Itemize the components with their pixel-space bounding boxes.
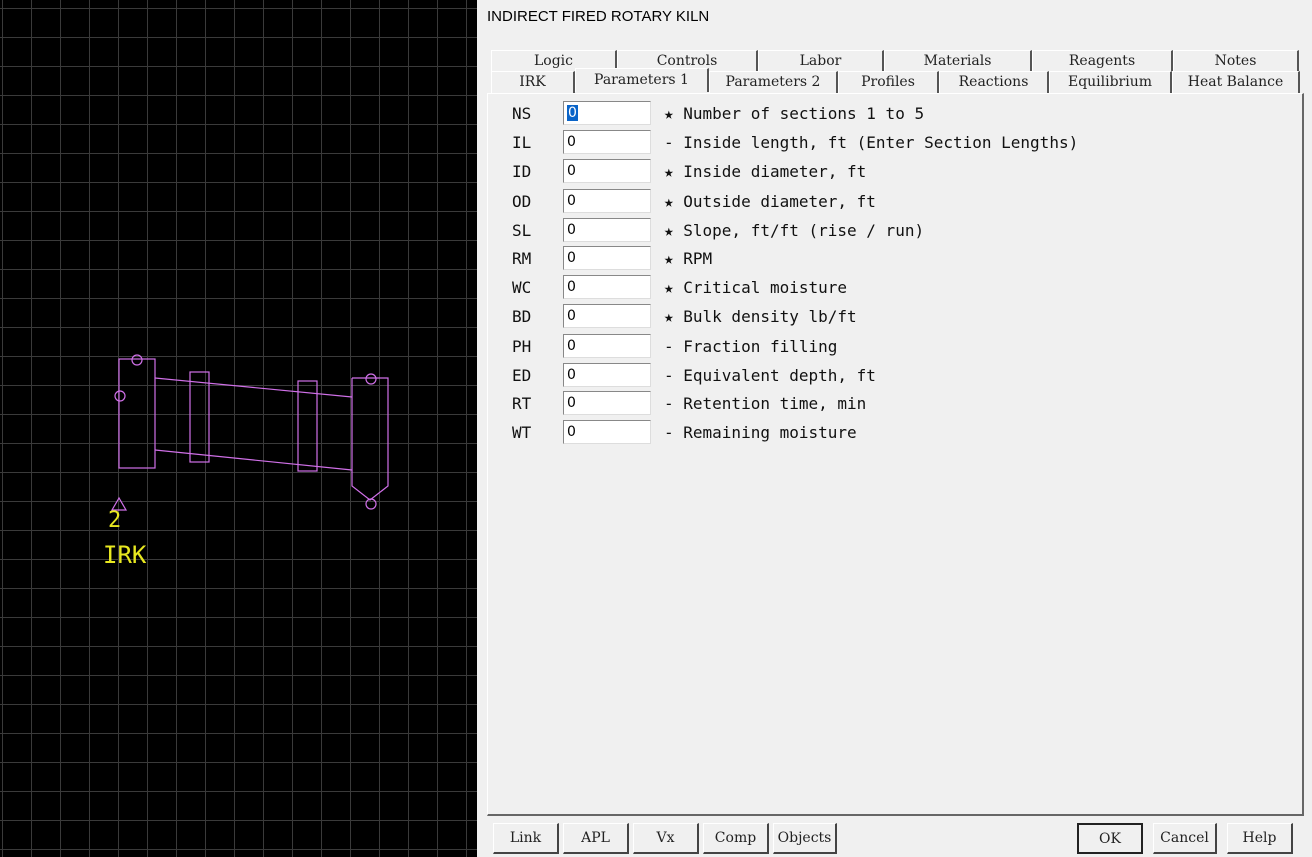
kiln-shell-bottom xyxy=(154,449,353,471)
dialog-title: INDIRECT FIRED ROTARY KILN xyxy=(487,8,710,25)
param-desc: ★ RPM xyxy=(664,248,713,268)
param-desc: ★ Outside diameter, ft xyxy=(664,191,876,211)
param-row-ph: PH 0 - Fraction filling xyxy=(488,333,837,359)
il-input[interactable]: 0 xyxy=(563,130,651,154)
tab-labor[interactable]: Labor xyxy=(758,50,884,72)
tab-reactions[interactable]: Reactions xyxy=(939,71,1049,93)
tab-row-front: IRK Parameters 1 Parameters 2 Profiles R… xyxy=(491,68,1300,93)
param-code: RM xyxy=(512,248,532,268)
port-top-icon[interactable] xyxy=(131,354,143,366)
port-left-icon[interactable] xyxy=(114,390,126,402)
tab-equilibrium[interactable]: Equilibrium xyxy=(1049,71,1172,93)
sl-input[interactable]: 0 xyxy=(563,218,651,242)
param-row-rm: RM 0 ★ RPM xyxy=(488,245,712,271)
tab-materials[interactable]: Materials xyxy=(884,50,1032,72)
param-code: ED xyxy=(512,365,532,385)
unit-tag[interactable]: IRK xyxy=(103,541,146,569)
param-row-wt: WT 0 - Remaining moisture xyxy=(488,419,857,445)
flowsheet-canvas[interactable]: 2 IRK xyxy=(0,0,477,857)
tab-parameters-1[interactable]: Parameters 1 xyxy=(575,68,709,92)
param-row-wc: WC 0 ★ Critical moisture xyxy=(488,274,847,300)
bd-input[interactable]: 0 xyxy=(563,304,651,328)
param-row-ns: NS 0 ★ Number of sections 1 to 5 xyxy=(488,100,924,126)
od-input[interactable]: 0 xyxy=(563,189,651,213)
vx-button[interactable]: Vx xyxy=(633,823,699,854)
param-code: ID xyxy=(512,161,532,181)
param-code: OD xyxy=(512,191,532,211)
param-code: BD xyxy=(512,306,532,326)
param-desc: - Inside length, ft (Enter Section Lengt… xyxy=(664,132,1079,152)
tab-notes[interactable]: Notes xyxy=(1173,50,1299,72)
tab-profiles[interactable]: Profiles xyxy=(838,71,939,93)
param-code: SL xyxy=(512,220,532,240)
param-code: IL xyxy=(512,132,532,152)
unit-number: 2 xyxy=(108,508,122,533)
param-code: NS xyxy=(512,103,532,123)
param-desc: - Fraction filling xyxy=(664,336,838,356)
param-desc: ★ Bulk density lb/ft xyxy=(664,306,857,326)
ok-button[interactable]: OK xyxy=(1077,823,1143,854)
comp-button[interactable]: Comp xyxy=(703,823,769,854)
help-button[interactable]: Help xyxy=(1227,823,1293,854)
port-discharge-top-icon[interactable] xyxy=(365,373,377,385)
param-row-sl: SL 0 ★ Slope, ft/ft (rise / run) xyxy=(488,217,924,243)
kiln-diagram[interactable] xyxy=(0,0,477,857)
unit-dialog: INDIRECT FIRED ROTARY KILN Logic Control… xyxy=(477,0,1312,857)
wt-input[interactable]: 0 xyxy=(563,420,651,444)
tab-heat-balance[interactable]: Heat Balance xyxy=(1172,71,1300,93)
param-row-id: ID 0 ★ Inside diameter, ft xyxy=(488,158,866,184)
param-code: PH xyxy=(512,336,532,356)
apl-button[interactable]: APL xyxy=(563,823,629,854)
link-button[interactable]: Link xyxy=(493,823,559,854)
param-row-bd: BD 0 ★ Bulk density lb/ft xyxy=(488,303,857,329)
param-row-ed: ED 0 - Equivalent depth, ft xyxy=(488,362,876,388)
param-desc: - Equivalent depth, ft xyxy=(664,365,876,385)
feed-housing xyxy=(118,358,156,469)
param-desc: ★ Number of sections 1 to 5 xyxy=(664,103,925,123)
riding-ring-1 xyxy=(189,371,210,463)
param-row-rt: RT 0 - Retention time, min xyxy=(488,390,866,416)
ph-input[interactable]: 0 xyxy=(563,334,651,358)
param-desc: ★ Inside diameter, ft xyxy=(664,161,867,181)
riding-ring-2 xyxy=(297,380,318,472)
param-desc: - Retention time, min xyxy=(664,393,867,413)
parameters-panel: NS 0 ★ Number of sections 1 to 5 IL 0 - … xyxy=(487,93,1304,816)
param-row-od: OD 0 ★ Outside diameter, ft xyxy=(488,188,876,214)
param-code: WC xyxy=(512,277,532,297)
ed-input[interactable]: 0 xyxy=(563,363,651,387)
param-desc: - Remaining moisture xyxy=(664,422,857,442)
tab-parameters-2[interactable]: Parameters 2 xyxy=(709,71,838,93)
rm-input[interactable]: 0 xyxy=(563,246,651,270)
rt-input[interactable]: 0 xyxy=(563,391,651,415)
objects-button[interactable]: Objects xyxy=(773,823,837,854)
param-code: RT xyxy=(512,393,532,413)
cancel-button[interactable]: Cancel xyxy=(1153,823,1217,854)
kiln-shell-top xyxy=(154,377,353,398)
param-row-il: IL 0 - Inside length, ft (Enter Section … xyxy=(488,129,1078,155)
id-input[interactable]: 0 xyxy=(563,159,651,183)
param-desc: ★ Critical moisture xyxy=(664,277,848,297)
ns-input[interactable]: 0 xyxy=(563,101,651,125)
wc-input[interactable]: 0 xyxy=(563,275,651,299)
tab-reagents[interactable]: Reagents xyxy=(1032,50,1173,72)
param-code: WT xyxy=(512,422,532,442)
port-discharge-bottom-icon[interactable] xyxy=(365,498,377,510)
param-desc: ★ Slope, ft/ft (rise / run) xyxy=(664,220,925,240)
tab-irk[interactable]: IRK xyxy=(491,71,575,93)
discharge-housing xyxy=(351,377,389,501)
